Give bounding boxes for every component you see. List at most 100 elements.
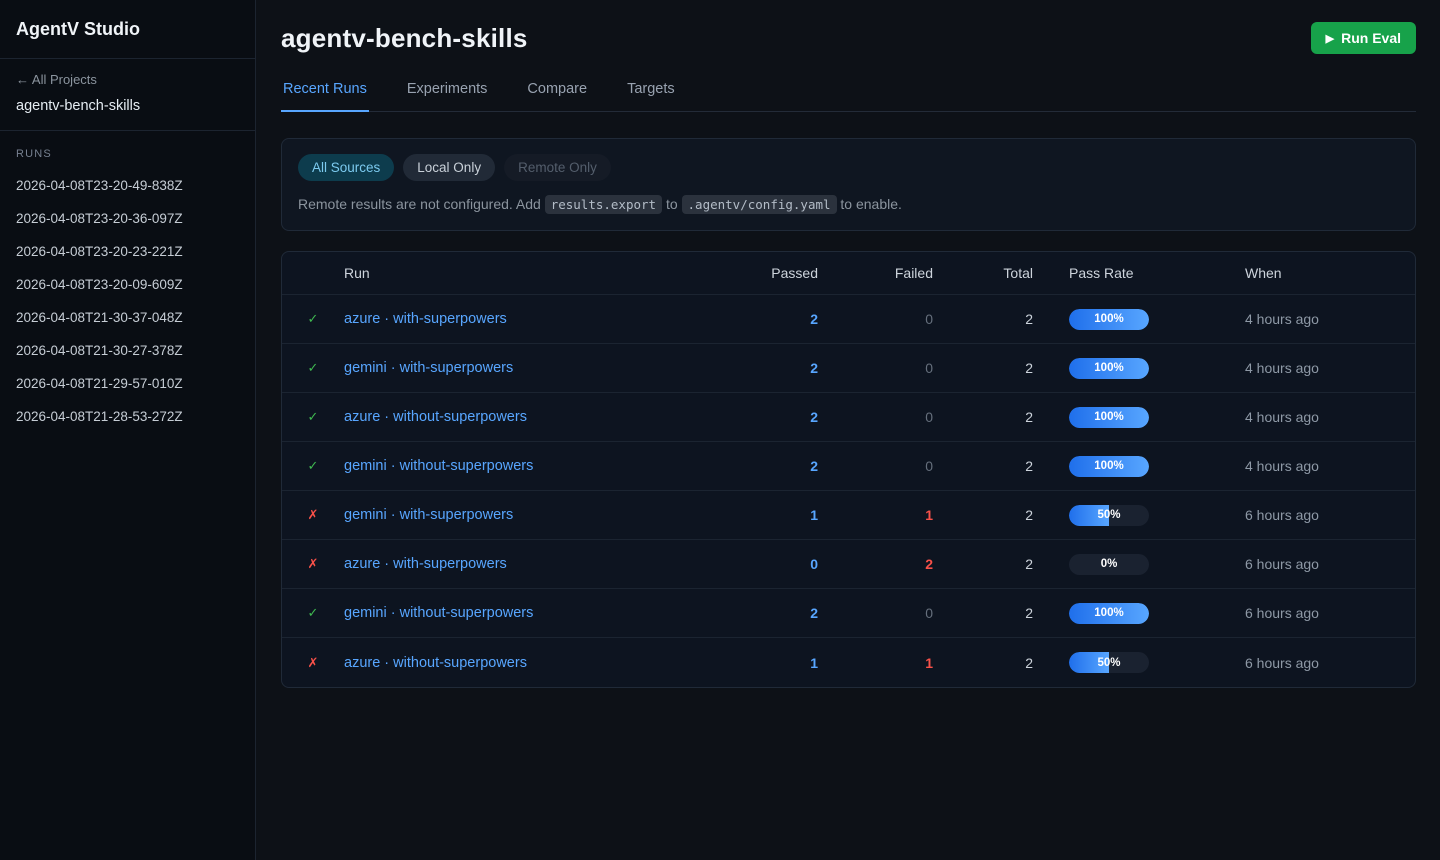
failed-count: 0 [818,605,933,621]
code-results-export: results.export [545,195,662,214]
sidebar-run-item[interactable]: 2026-04-08T23-20-36-097Z [0,202,255,235]
page-title: agentv-bench-skills [281,23,528,54]
table-row: ✗gemini · with-superpowers11250%6 hours … [282,491,1415,540]
when-text: 4 hours ago [1245,409,1415,425]
failed-count: 0 [818,311,933,327]
app-title: AgentV Studio [0,0,255,59]
failed-count: 0 [818,409,933,425]
fail-x-icon: ✗ [282,655,344,671]
failed-count: 0 [818,360,933,376]
pass-rate-cell: 100% [1033,358,1245,379]
run-link[interactable]: gemini · with-superpowers [344,360,668,376]
col-header-failed: Failed [818,265,933,281]
notice-text-pre: Remote results are not configured. Add [298,196,545,212]
tab-recent-runs[interactable]: Recent Runs [281,81,369,112]
notice-text-mid: to [662,196,681,212]
run-link[interactable]: azure · with-superpowers [344,556,668,572]
when-text: 4 hours ago [1245,311,1415,327]
passed-count: 2 [668,458,818,474]
run-link[interactable]: azure · without-superpowers [344,409,668,425]
total-count: 2 [933,360,1033,376]
pass-check-icon: ✓ [282,409,344,425]
filter-pill-local-only[interactable]: Local Only [403,154,495,181]
tab-compare[interactable]: Compare [525,81,589,112]
run-eval-button[interactable]: ▶ Run Eval [1311,22,1416,54]
pass-rate-label: 100% [1069,407,1149,428]
sidebar-project-section: ← All Projects agentv-bench-skills [0,59,255,131]
pass-rate-label: 100% [1069,456,1149,477]
runs-table-body: ✓azure · with-superpowers202100%4 hours … [282,295,1415,687]
fail-x-icon: ✗ [282,556,344,572]
passed-count: 1 [668,507,818,523]
notice-text-post: to enable. [837,196,902,212]
pass-rate-cell: 50% [1033,505,1245,526]
runs-section-header: RUNS [0,131,255,169]
pass-check-icon: ✓ [282,605,344,621]
sidebar-run-item[interactable]: 2026-04-08T23-20-49-838Z [0,169,255,202]
pass-check-icon: ✓ [282,311,344,327]
pass-rate-pill: 50% [1069,652,1149,673]
passed-count: 2 [668,409,818,425]
app-root: AgentV Studio ← All Projects agentv-benc… [0,0,1440,860]
pass-rate-cell: 100% [1033,456,1245,477]
passed-count: 2 [668,311,818,327]
tab-bar: Recent Runs Experiments Compare Targets [281,81,1416,112]
remote-results-notice: Remote results are not configured. Add r… [298,196,1399,212]
sidebar-run-item[interactable]: 2026-04-08T23-20-09-609Z [0,268,255,301]
run-eval-label: Run Eval [1341,30,1401,46]
passed-count: 0 [668,556,818,572]
pass-rate-label: 50% [1069,505,1149,526]
pass-rate-pill: 50% [1069,505,1149,526]
total-count: 2 [933,605,1033,621]
col-header-run: Run [344,265,668,281]
passed-count: 1 [668,655,818,671]
pass-rate-label: 100% [1069,309,1149,330]
sidebar-run-item[interactable]: 2026-04-08T21-28-53-272Z [0,400,255,433]
table-row: ✓gemini · without-superpowers202100%6 ho… [282,589,1415,638]
total-count: 2 [933,655,1033,671]
tab-targets[interactable]: Targets [625,81,677,112]
table-row: ✗azure · without-superpowers11250%6 hour… [282,638,1415,687]
pass-rate-label: 50% [1069,652,1149,673]
run-link[interactable]: azure · with-superpowers [344,311,668,327]
pass-rate-label: 100% [1069,603,1149,624]
run-link[interactable]: gemini · with-superpowers [344,507,668,523]
col-header-pass-rate: Pass Rate [1033,265,1245,281]
main-content: agentv-bench-skills ▶ Run Eval Recent Ru… [256,0,1440,860]
sidebar-run-item[interactable]: 2026-04-08T21-29-57-010Z [0,367,255,400]
filter-pill-remote-only: Remote Only [504,154,611,181]
col-header-passed: Passed [668,265,818,281]
passed-count: 2 [668,360,818,376]
failed-count: 0 [818,458,933,474]
run-link[interactable]: gemini · without-superpowers [344,458,668,474]
total-count: 2 [933,458,1033,474]
all-projects-link[interactable]: ← All Projects [16,72,239,87]
fail-x-icon: ✗ [282,507,344,523]
pass-rate-cell: 100% [1033,309,1245,330]
pass-rate-pill: 100% [1069,358,1149,379]
play-icon: ▶ [1326,32,1334,45]
code-config-yaml: .agentv/config.yaml [682,195,837,214]
sidebar-run-item[interactable]: 2026-04-08T21-30-37-048Z [0,301,255,334]
pass-rate-pill: 0% [1069,554,1149,575]
col-header-when: When [1245,265,1415,281]
sidebar-run-item[interactable]: 2026-04-08T23-20-23-221Z [0,235,255,268]
pass-rate-pill: 100% [1069,456,1149,477]
table-row: ✓gemini · with-superpowers202100%4 hours… [282,344,1415,393]
source-filter-card: All Sources Local Only Remote Only Remote … [281,138,1416,231]
pass-check-icon: ✓ [282,360,344,376]
pass-rate-cell: 100% [1033,407,1245,428]
pass-rate-cell: 100% [1033,603,1245,624]
filter-pill-all-sources[interactable]: All Sources [298,154,394,181]
sidebar-run-item[interactable]: 2026-04-08T21-30-27-378Z [0,334,255,367]
sidebar: AgentV Studio ← All Projects agentv-benc… [0,0,256,860]
pass-rate-pill: 100% [1069,603,1149,624]
run-link[interactable]: gemini · without-superpowers [344,605,668,621]
total-count: 2 [933,507,1033,523]
runs-table: RunPassedFailedTotalPass RateWhen ✓azure… [281,251,1416,688]
failed-count: 2 [818,556,933,572]
run-link[interactable]: azure · without-superpowers [344,655,668,671]
col-header-total: Total [933,265,1033,281]
tab-experiments[interactable]: Experiments [405,81,490,112]
when-text: 6 hours ago [1245,507,1415,523]
